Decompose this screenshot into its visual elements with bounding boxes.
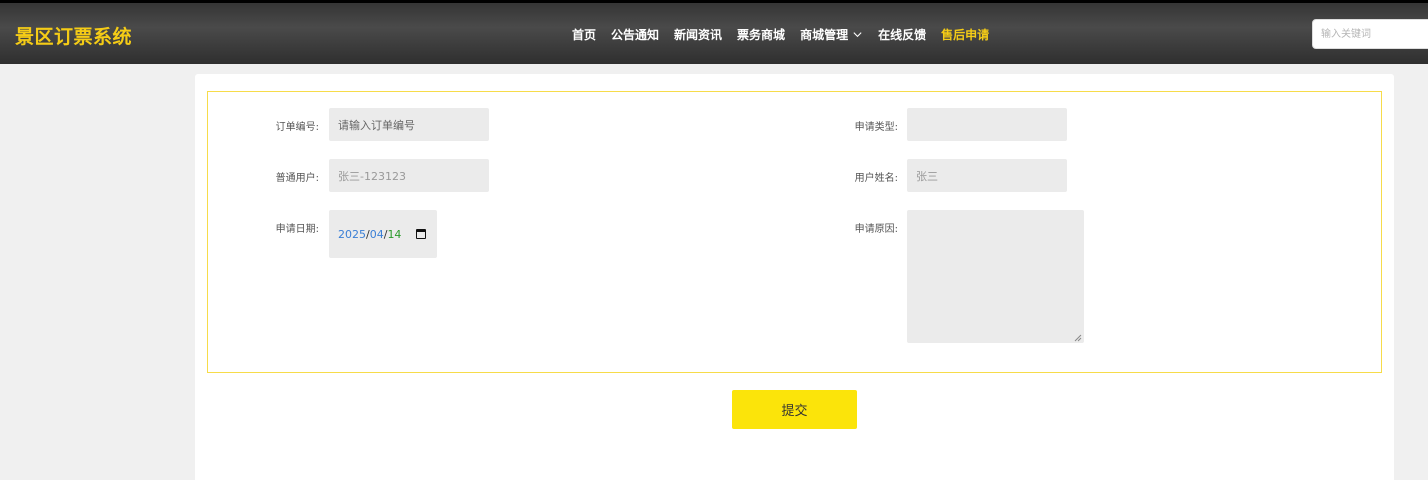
order-no-input[interactable]: 请输入订单编号: [329, 108, 489, 141]
user-name-field[interactable]: 张三: [907, 159, 1067, 192]
date-month: 04: [369, 227, 384, 241]
chevron-down-icon: [853, 31, 862, 37]
date-year: 2025: [338, 227, 366, 241]
date-day: 14: [387, 227, 402, 241]
nav-item-after-sales[interactable]: 售后申请: [941, 26, 989, 43]
apply-type-select[interactable]: [907, 108, 1067, 141]
calendar-icon[interactable]: [416, 229, 426, 239]
nav-item-feedback[interactable]: 在线反馈: [878, 26, 926, 43]
nav-item-ticket-mall[interactable]: 票务商城: [737, 26, 785, 43]
top-header: 景区订票系统 首页 公告通知 新闻资讯 票务商城 商城管理 在线反馈 售后申请: [0, 0, 1428, 64]
main-nav: 首页 公告通知 新闻资讯 票务商城 商城管理 在线反馈 售后申请: [572, 23, 1004, 45]
nav-label: 售后申请: [941, 27, 990, 42]
nav-item-notice[interactable]: 公告通知: [611, 26, 659, 43]
user-label: 普通用户:: [275, 173, 319, 184]
site-logo[interactable]: 景区订票系统: [15, 22, 132, 49]
reason-textarea[interactable]: [907, 210, 1084, 343]
apply-date-label: 申请日期:: [275, 224, 319, 235]
order-no-label: 订单编号:: [275, 122, 319, 133]
nav-label: 公告通知: [611, 27, 660, 42]
search-input[interactable]: [1312, 19, 1428, 49]
resize-handle-icon[interactable]: [1074, 334, 1082, 342]
nav-label: 商城管理: [800, 27, 849, 42]
apply-type-label: 申请类型:: [854, 122, 898, 133]
user-field[interactable]: 张三-123123: [329, 159, 489, 192]
nav-item-mall-manage[interactable]: 商城管理: [800, 26, 863, 43]
nav-item-news[interactable]: 新闻资讯: [674, 26, 722, 43]
nav-label: 首页: [572, 27, 597, 42]
reason-label: 申请原因:: [854, 224, 898, 235]
nav-label: 新闻资讯: [674, 27, 723, 42]
nav-label: 在线反馈: [878, 27, 927, 42]
user-name-label: 用户姓名:: [854, 173, 898, 184]
submit-button[interactable]: 提交: [732, 390, 857, 429]
nav-item-home[interactable]: 首页: [572, 26, 596, 43]
nav-label: 票务商城: [737, 27, 786, 42]
